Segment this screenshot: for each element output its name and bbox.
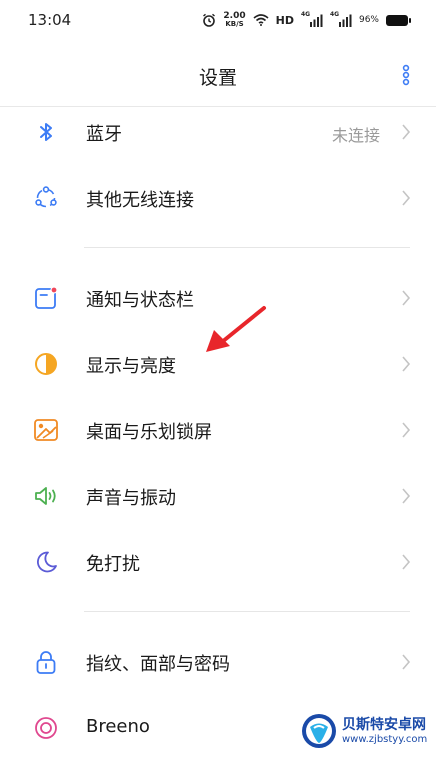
watermark: 贝斯特安卓网 www.zjbstyy.com xyxy=(300,710,432,754)
hd-voice-indicator: HD xyxy=(275,13,294,27)
chevron-right-icon xyxy=(402,290,411,306)
signal-indicator-2: 4G xyxy=(330,11,352,27)
title-bar: 设置 xyxy=(0,50,436,100)
wallpaper-icon xyxy=(33,417,59,443)
chevron-right-icon xyxy=(402,554,411,570)
chevron-right-icon xyxy=(402,488,411,504)
group-divider xyxy=(84,611,410,612)
settings-item-label: 免打扰 xyxy=(86,554,140,575)
watermark-url: www.zjbstyy.com xyxy=(342,734,428,745)
status-icons: 2.00 KB/S HD 4G 4G 96% xyxy=(202,10,411,30)
page-title: 设置 xyxy=(198,67,237,89)
signal-indicator-1: 4G xyxy=(301,11,323,27)
battery-percent: 96% xyxy=(358,15,379,25)
settings-item-sound-vibration[interactable]: 声音与振动 xyxy=(0,468,436,524)
status-time: 13:04 xyxy=(28,11,72,29)
speaker-icon xyxy=(33,483,59,509)
signal-bars-icon xyxy=(338,14,352,27)
network-speed: 2.00 KB/S xyxy=(223,12,245,28)
chevron-right-icon xyxy=(402,190,411,206)
lock-icon xyxy=(33,649,59,675)
watermark-name: 贝斯特安卓网 xyxy=(342,717,426,733)
chevron-right-icon xyxy=(402,654,411,670)
settings-item-label: Breeno xyxy=(86,716,150,737)
battery-icon xyxy=(386,14,411,26)
chevron-right-icon xyxy=(402,422,411,438)
wireless-connection-icon xyxy=(33,185,59,211)
notification-icon xyxy=(33,285,59,311)
settings-item-label: 桌面与乐划锁屏 xyxy=(86,422,212,443)
network-speed-unit: KB/S xyxy=(225,20,244,28)
chevron-right-icon xyxy=(402,356,411,372)
more-options-button[interactable] xyxy=(398,64,414,86)
settings-item-other-wireless[interactable]: 其他无线连接 xyxy=(0,170,436,226)
settings-item-label: 通知与状态栏 xyxy=(86,290,194,311)
chevron-right-icon xyxy=(402,124,411,140)
settings-item-do-not-disturb[interactable]: 免打扰 xyxy=(0,534,436,590)
bluetooth-status-value: 未连接 xyxy=(331,126,380,145)
watermark-logo-icon xyxy=(302,714,336,748)
settings-item-label: 其他无线连接 xyxy=(86,190,194,211)
moon-icon xyxy=(33,549,59,575)
settings-item-desktop-lockscreen[interactable]: 桌面与乐划锁屏 xyxy=(0,402,436,458)
settings-item-label: 指纹、面部与密码 xyxy=(86,654,230,675)
brightness-icon xyxy=(33,351,59,377)
signal-bars-icon xyxy=(309,14,323,27)
alarm-icon xyxy=(203,13,216,27)
settings-item-security[interactable]: 指纹、面部与密码 xyxy=(0,634,436,690)
bluetooth-icon xyxy=(33,119,59,145)
breeno-icon xyxy=(33,715,59,741)
settings-item-bluetooth[interactable]: 蓝牙 未连接 xyxy=(0,104,436,160)
annotation-arrow-icon xyxy=(206,306,266,352)
settings-item-label: 声音与振动 xyxy=(86,488,176,509)
more-vertical-icon xyxy=(402,64,410,86)
status-bar: 13:04 2.00 KB/S HD 4G 4G 96% xyxy=(0,0,436,40)
settings-item-label: 显示与亮度 xyxy=(86,356,176,377)
settings-item-label: 蓝牙 xyxy=(86,124,122,145)
group-divider xyxy=(84,247,410,248)
wifi-icon xyxy=(253,14,269,26)
